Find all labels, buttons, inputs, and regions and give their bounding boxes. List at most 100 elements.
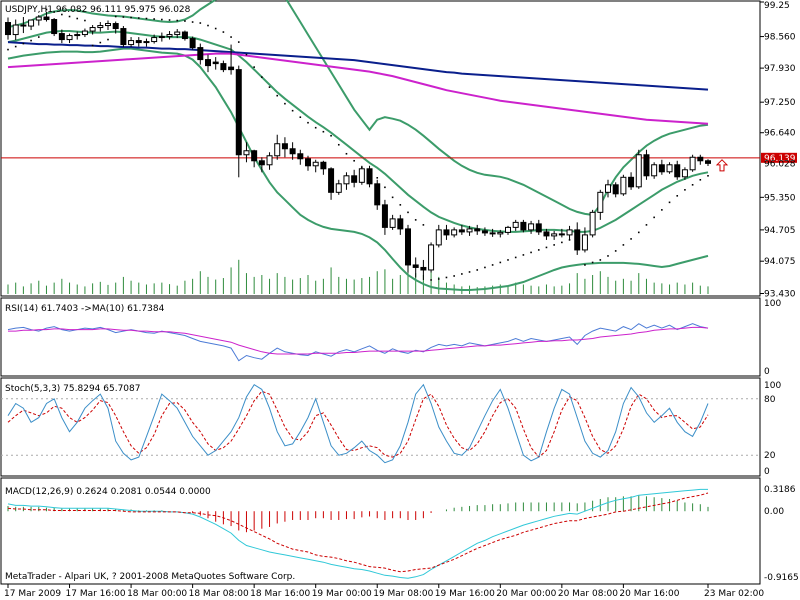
candle-body[interactable] [397, 218, 404, 230]
candle-body[interactable] [89, 27, 96, 32]
candle-body[interactable] [120, 28, 127, 46]
candle-body[interactable] [335, 183, 342, 193]
candle-body[interactable] [689, 156, 696, 171]
candle-body[interactable] [512, 221, 519, 228]
candle-body[interactable] [112, 23, 119, 30]
candle-body[interactable] [489, 232, 496, 235]
sar-dot [91, 44, 94, 47]
candle-body[interactable] [651, 164, 658, 177]
candle-body[interactable] [551, 233, 558, 237]
candle-body[interactable] [281, 143, 288, 150]
sar-dot [653, 216, 655, 219]
candle-body[interactable] [243, 150, 250, 156]
candle-body[interactable] [705, 160, 711, 164]
candle-body[interactable] [589, 211, 596, 236]
candle-body[interactable] [389, 218, 396, 228]
candle-body[interactable] [474, 228, 481, 232]
candle-body[interactable] [358, 168, 365, 183]
candle-body[interactable] [374, 183, 381, 206]
candle-body[interactable] [581, 234, 588, 251]
candle-body[interactable] [320, 161, 327, 170]
sar-dot [445, 276, 448, 279]
candle-body[interactable] [58, 33, 65, 41]
candle-body[interactable] [205, 59, 211, 67]
candle-body[interactable] [128, 40, 135, 46]
candle-body[interactable] [97, 25, 104, 29]
candle-body[interactable] [412, 264, 419, 268]
candle-body[interactable] [520, 221, 527, 231]
candle-body[interactable] [605, 184, 611, 193]
candle-body[interactable] [43, 16, 50, 21]
candle-body[interactable] [81, 30, 88, 36]
candle-body[interactable] [220, 63, 227, 71]
candle-body[interactable] [597, 191, 604, 213]
candle-body[interactable] [366, 168, 373, 185]
candle-body[interactable] [620, 176, 627, 195]
sar-dot [476, 269, 479, 271]
candle-body[interactable] [105, 23, 111, 27]
candle-body[interactable] [258, 160, 265, 166]
sar-dot [637, 231, 640, 234]
candle-body[interactable] [681, 169, 688, 178]
candle-body[interactable] [566, 229, 573, 236]
candle-body[interactable] [35, 16, 42, 21]
candle-body[interactable] [251, 150, 258, 162]
candle-body[interactable] [289, 148, 296, 155]
candle-body[interactable] [635, 154, 642, 188]
candle-body[interactable] [458, 229, 465, 233]
candle-body[interactable] [312, 161, 319, 167]
candle-body[interactable] [151, 37, 158, 43]
sar-dot [268, 86, 271, 88]
sar-dot [130, 16, 132, 19]
candle-body[interactable] [535, 223, 542, 233]
candle-body[interactable] [420, 266, 427, 271]
candle-body[interactable] [343, 175, 350, 185]
candle-body[interactable] [135, 40, 142, 44]
candle-body[interactable] [74, 34, 81, 37]
candle-body[interactable] [643, 154, 650, 177]
candle-body[interactable] [266, 155, 273, 166]
candle-body[interactable] [12, 24, 19, 36]
candle-body[interactable] [297, 153, 304, 160]
chart-background [0, 0, 800, 600]
candle-body[interactable] [405, 228, 411, 266]
candle-body[interactable] [697, 156, 704, 162]
candle-body[interactable] [435, 229, 442, 246]
candle-body[interactable] [274, 143, 281, 157]
candle-body[interactable] [481, 230, 488, 234]
candle-body[interactable] [51, 19, 58, 35]
candle-body[interactable] [197, 47, 204, 61]
candle-body[interactable] [658, 164, 665, 173]
candle-body[interactable] [574, 229, 581, 251]
candle-body[interactable] [443, 229, 450, 236]
candle-body[interactable] [212, 61, 219, 65]
candle-body[interactable] [451, 229, 458, 236]
candle-body[interactable] [166, 34, 173, 38]
candle-body[interactable] [181, 31, 188, 40]
candle-body[interactable] [235, 69, 242, 156]
candle-body[interactable] [5, 22, 11, 36]
candle-body[interactable] [497, 231, 504, 235]
candle-body[interactable] [20, 24, 27, 27]
candle-body[interactable] [143, 41, 150, 44]
candle-body[interactable] [228, 66, 235, 71]
candle-body[interactable] [612, 184, 619, 195]
candle-body[interactable] [428, 244, 435, 271]
candle-body[interactable] [674, 164, 681, 178]
candle-body[interactable] [505, 226, 511, 233]
candle-body[interactable] [381, 204, 388, 228]
candle-body[interactable] [328, 168, 335, 193]
candle-body[interactable] [66, 35, 73, 41]
candle-body[interactable] [189, 38, 196, 49]
candle-body[interactable] [351, 175, 358, 183]
candle-body[interactable] [558, 233, 565, 236]
candle-body[interactable] [628, 176, 635, 188]
candle-body[interactable] [174, 31, 181, 36]
candle-body[interactable] [543, 231, 550, 237]
candle-body[interactable] [666, 164, 673, 173]
candle-body[interactable] [528, 223, 535, 231]
candle-body[interactable] [28, 19, 35, 27]
candle-body[interactable] [466, 228, 473, 233]
candle-body[interactable] [158, 36, 165, 39]
candle-body[interactable] [305, 158, 311, 167]
